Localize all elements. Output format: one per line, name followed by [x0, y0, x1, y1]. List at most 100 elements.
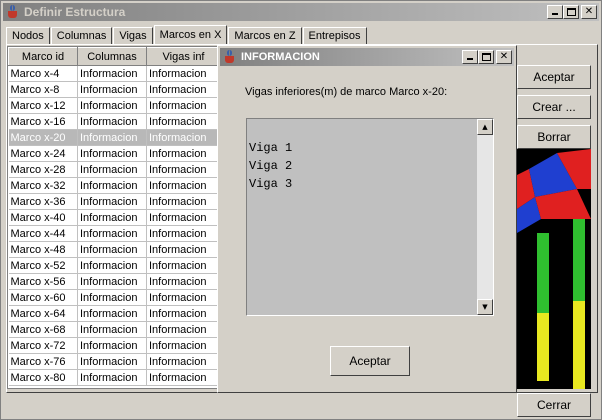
table-row[interactable]: Marco x-20 Informacion Informacion	[8, 129, 218, 146]
cell-columnas[interactable]: Informacion	[77, 369, 147, 386]
dialog-minimize-button[interactable]	[462, 50, 478, 64]
table-row[interactable]: Marco x-60 Informacion Informacion	[8, 289, 218, 306]
cell-vigas-inf[interactable]: Informacion	[146, 113, 218, 130]
cell-marco-id: Marco x-36	[8, 193, 78, 210]
table-row[interactable]: Marco x-68 Informacion Informacion	[8, 321, 218, 338]
tab-vigas[interactable]: Vigas	[113, 27, 153, 45]
close-button[interactable]: ✕	[581, 5, 597, 19]
dialog-close-button[interactable]: ✕	[496, 50, 512, 64]
table-row[interactable]: Marco x-76 Informacion Informacion	[8, 353, 218, 370]
column-header-vigas-inf[interactable]: Vigas inf	[146, 47, 218, 66]
cell-vigas-inf[interactable]: Informacion	[146, 81, 218, 98]
table-row[interactable]: Marco x-72 Informacion Informacion	[8, 337, 218, 354]
tab-columnas[interactable]: Columnas	[50, 27, 113, 45]
table-row[interactable]: Marco x-4 Informacion Informacion	[8, 65, 218, 82]
cell-columnas[interactable]: Informacion	[77, 353, 147, 370]
tab-marcos-en-z[interactable]: Marcos en Z	[228, 27, 302, 45]
table-body: Marco x-4 Informacion Informacion Marco x-8…	[8, 65, 218, 386]
table-row[interactable]: Marco x-36 Informacion Informacion	[8, 193, 218, 210]
cell-vigas-inf[interactable]: Informacion	[146, 177, 218, 194]
cell-columnas[interactable]: Informacion	[77, 305, 147, 322]
close-icon: ✕	[499, 51, 509, 62]
cell-vigas-inf[interactable]: Informacion	[146, 161, 218, 178]
cell-vigas-inf[interactable]: Informacion	[146, 321, 218, 338]
cell-marco-id: Marco x-52	[8, 257, 78, 274]
cell-columnas[interactable]: Informacion	[77, 65, 147, 82]
main-titlebar[interactable]: Definir Estructura ✕	[3, 3, 599, 21]
table-row[interactable]: Marco x-52 Informacion Informacion	[8, 257, 218, 274]
cell-columnas[interactable]: Informacion	[77, 113, 147, 130]
dialog-scrollbar[interactable]: ▲ ▼	[477, 119, 493, 315]
delete-button[interactable]: Borrar	[517, 125, 591, 149]
cell-vigas-inf[interactable]: Informacion	[146, 97, 218, 114]
dialog-titlebar[interactable]: INFORMACION ✕	[220, 48, 514, 66]
table-row[interactable]: Marco x-56 Informacion Informacion	[8, 273, 218, 290]
dialog-accept-button[interactable]: Aceptar	[330, 346, 410, 376]
cell-vigas-inf[interactable]: Informacion	[146, 129, 218, 146]
cell-marco-id: Marco x-16	[8, 113, 78, 130]
cell-columnas[interactable]: Informacion	[77, 225, 147, 242]
tab-marcos-en-x[interactable]: Marcos en X	[153, 25, 228, 45]
cell-vigas-inf[interactable]: Informacion	[146, 225, 218, 242]
cell-columnas[interactable]: Informacion	[77, 209, 147, 226]
table-row[interactable]: Marco x-24 Informacion Informacion	[8, 145, 218, 162]
cell-vigas-inf[interactable]: Informacion	[146, 145, 218, 162]
dialog-maximize-button[interactable]	[478, 50, 494, 64]
maximize-button[interactable]	[563, 5, 579, 19]
minimize-button[interactable]	[547, 5, 563, 19]
structure-3d-view[interactable]	[517, 149, 591, 389]
cell-marco-id: Marco x-28	[8, 161, 78, 178]
render-column-yellow-right	[573, 301, 585, 389]
table-row[interactable]: Marco x-32 Informacion Informacion	[8, 177, 218, 194]
cell-marco-id: Marco x-8	[8, 81, 78, 98]
cell-columnas[interactable]: Informacion	[77, 273, 147, 290]
close-window-button[interactable]: Cerrar	[517, 393, 591, 417]
cell-vigas-inf[interactable]: Informacion	[146, 273, 218, 290]
table-row[interactable]: Marco x-12 Informacion Informacion	[8, 97, 218, 114]
maximize-icon	[567, 8, 576, 16]
cell-vigas-inf[interactable]: Informacion	[146, 257, 218, 274]
table-row[interactable]: Marco x-40 Informacion Informacion	[8, 209, 218, 226]
accept-button[interactable]: Aceptar	[517, 65, 591, 89]
cell-vigas-inf[interactable]: Informacion	[146, 337, 218, 354]
scroll-down-arrow-icon[interactable]: ▼	[477, 299, 493, 315]
table-row[interactable]: Marco x-8 Informacion Informacion	[8, 81, 218, 98]
cell-vigas-inf[interactable]: Informacion	[146, 369, 218, 386]
cell-columnas[interactable]: Informacion	[77, 337, 147, 354]
table-row[interactable]: Marco x-44 Informacion Informacion	[8, 225, 218, 242]
cell-columnas[interactable]: Informacion	[77, 193, 147, 210]
table-row[interactable]: Marco x-16 Informacion Informacion	[8, 113, 218, 130]
cell-columnas[interactable]: Informacion	[77, 129, 147, 146]
cell-columnas[interactable]: Informacion	[77, 177, 147, 194]
cell-columnas[interactable]: Informacion	[77, 145, 147, 162]
dialog-text-area[interactable]: Viga 1 Viga 2 Viga 3 ▲ ▼	[246, 118, 494, 316]
table-row[interactable]: Marco x-28 Informacion Informacion	[8, 161, 218, 178]
cell-columnas[interactable]: Informacion	[77, 241, 147, 258]
cell-columnas[interactable]: Informacion	[77, 161, 147, 178]
scroll-up-arrow-icon[interactable]: ▲	[477, 119, 493, 135]
cell-columnas[interactable]: Informacion	[77, 321, 147, 338]
cell-columnas[interactable]: Informacion	[77, 81, 147, 98]
column-header-marco-id[interactable]: Marco id	[8, 47, 78, 66]
cell-columnas[interactable]: Informacion	[77, 257, 147, 274]
table-row[interactable]: Marco x-80 Informacion Informacion	[8, 369, 218, 386]
cell-vigas-inf[interactable]: Informacion	[146, 305, 218, 322]
create-button[interactable]: Crear ...	[517, 95, 591, 119]
cell-vigas-inf[interactable]: Informacion	[146, 353, 218, 370]
cell-vigas-inf[interactable]: Informacion	[146, 241, 218, 258]
cell-vigas-inf[interactable]: Informacion	[146, 65, 218, 82]
tab-bar: Nodos Columnas Vigas Marcos en X Marcos …	[6, 25, 368, 45]
column-header-columnas[interactable]: Columnas	[77, 47, 147, 66]
cell-columnas[interactable]: Informacion	[77, 97, 147, 114]
table-row[interactable]: Marco x-48 Informacion Informacion	[8, 241, 218, 258]
cell-vigas-inf[interactable]: Informacion	[146, 289, 218, 306]
cell-vigas-inf[interactable]: Informacion	[146, 209, 218, 226]
cell-marco-id: Marco x-68	[8, 321, 78, 338]
dialog-message: Vigas inferiores(m) de marco Marco x-20:	[245, 86, 448, 98]
cell-marco-id: Marco x-12	[8, 97, 78, 114]
cell-vigas-inf[interactable]: Informacion	[146, 193, 218, 210]
table-row[interactable]: Marco x-64 Informacion Informacion	[8, 305, 218, 322]
tab-nodos[interactable]: Nodos	[6, 27, 50, 45]
tab-entrepisos[interactable]: Entrepisos	[302, 27, 367, 45]
cell-columnas[interactable]: Informacion	[77, 289, 147, 306]
